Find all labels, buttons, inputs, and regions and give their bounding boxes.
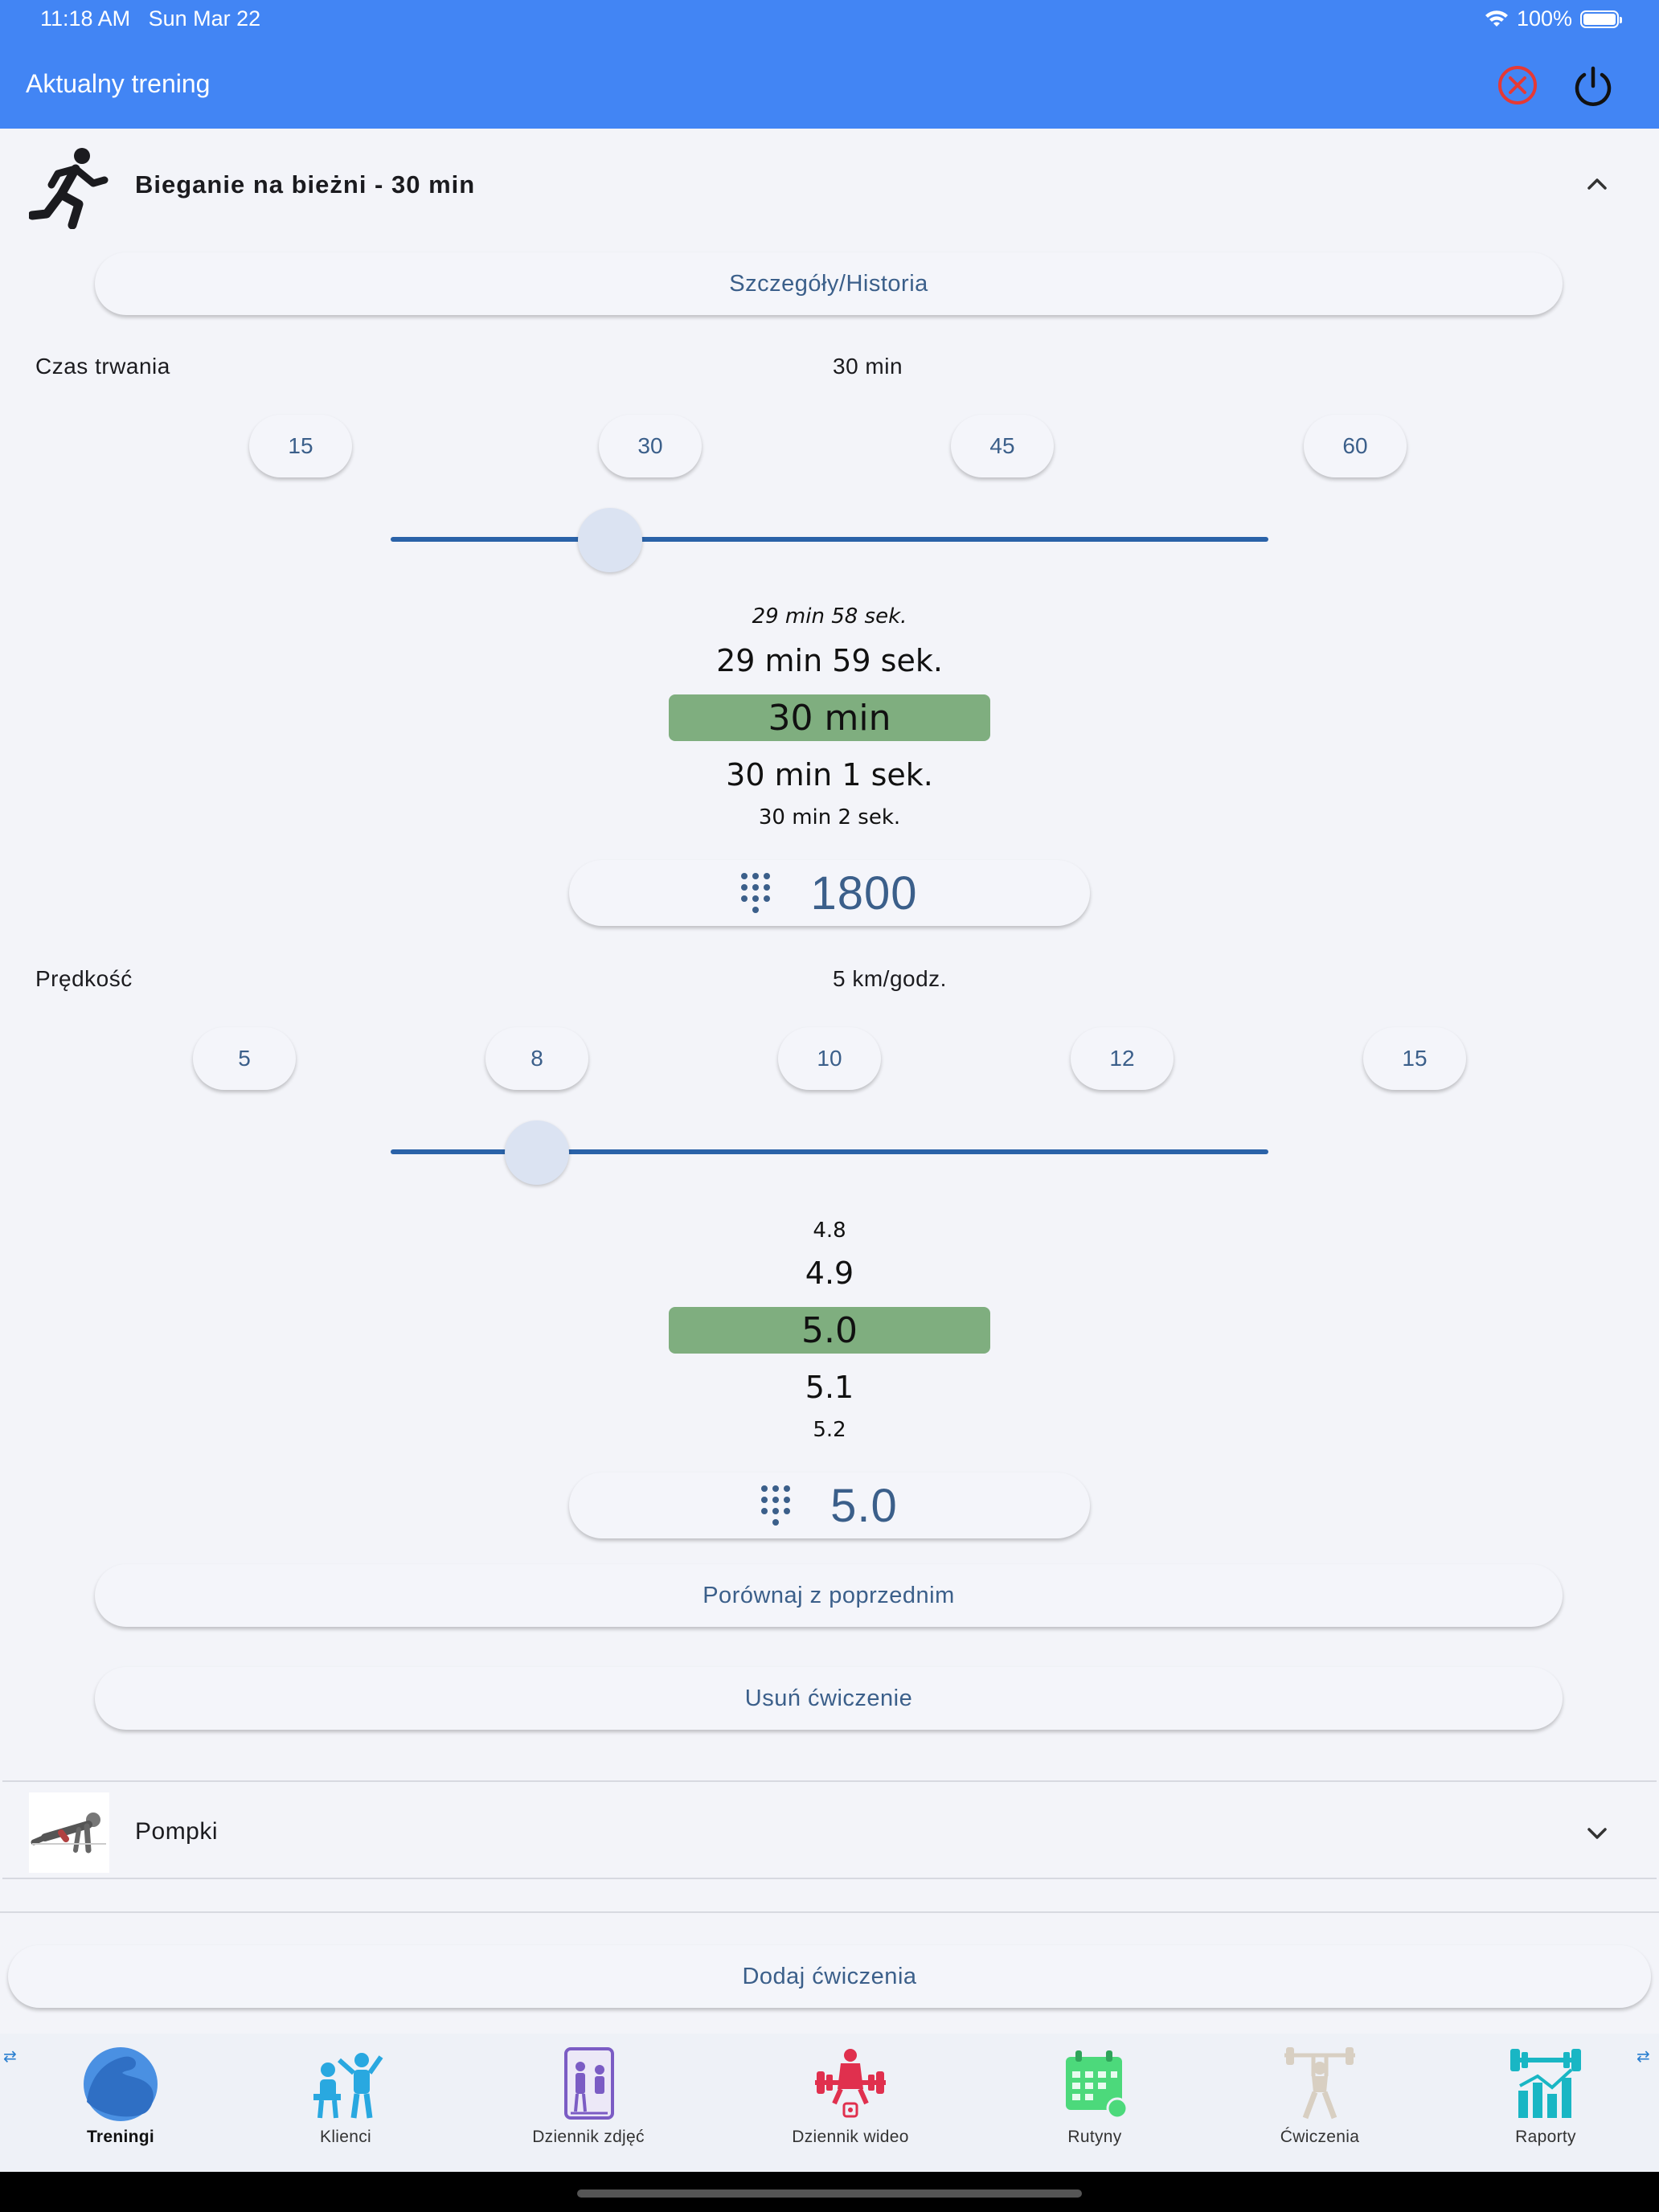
dialpad-icon (741, 873, 771, 913)
divider (0, 1911, 1659, 1913)
status-clock: 11:18 AM (40, 6, 131, 31)
duration-input-value: 1800 (810, 866, 918, 920)
preset-label: 12 (1109, 1046, 1135, 1071)
exercise-title: Pompki (135, 1818, 219, 1845)
finish-workout-button[interactable] (1569, 61, 1617, 109)
preset-label: 8 (530, 1046, 543, 1071)
status-date: Sun Mar 22 (148, 6, 261, 31)
scroll-left-icon[interactable]: ⇄ (3, 2046, 17, 2067)
duration-preset-15[interactable]: 15 (249, 415, 352, 477)
status-indicators: 100% (1485, 6, 1622, 31)
calendar-routine-icon (1066, 2050, 1129, 2120)
duration-slider-thumb[interactable] (578, 508, 642, 572)
duration-label: Czas trwania (35, 354, 170, 379)
duration-picker-selected[interactable]: 30 min (0, 698, 1659, 739)
preset-label: 30 (637, 433, 663, 458)
nav-label: Dziennik wideo (792, 2128, 909, 2146)
trainer-client-icon (313, 2053, 383, 2119)
compare-previous-button[interactable]: Porównaj z poprzednim (95, 1564, 1563, 1627)
duration-preset-45[interactable]: 45 (951, 415, 1054, 477)
battery-percent: 100% (1516, 6, 1572, 31)
details-history-button[interactable]: Szczegóły/Historia (95, 252, 1563, 315)
weightlifter-icon (1284, 2047, 1355, 2120)
nav-label: Ćwiczenia (1280, 2128, 1360, 2146)
exercise-title: Bieganie na bieżni - 30 min (135, 170, 476, 199)
preset-label: 15 (288, 433, 313, 458)
chevron-down-icon (1587, 1828, 1607, 1839)
duration-picker-item[interactable]: 29 min 58 sek. (0, 604, 1659, 629)
duration-picker-item[interactable]: 29 min 59 sek. (0, 643, 1659, 678)
speed-picker-item[interactable]: 5.1 (0, 1370, 1659, 1405)
duration-value: 30 min (833, 354, 903, 379)
preset-label: 15 (1402, 1046, 1428, 1071)
speed-preset-8[interactable]: 8 (485, 1027, 588, 1090)
expand-button[interactable] (1585, 1821, 1609, 1849)
speed-picker-item[interactable]: 4.8 (0, 1219, 1659, 1243)
duration-picker-item[interactable]: 30 min 2 sek. (0, 805, 1659, 830)
preset-label: 10 (817, 1046, 842, 1071)
collapse-button[interactable] (1585, 172, 1609, 200)
speed-preset-10[interactable]: 10 (778, 1027, 881, 1090)
nav-cwiczenia[interactable]: Ćwiczenia (1231, 2046, 1408, 2147)
speed-picker-item[interactable]: 5.2 (0, 1418, 1659, 1442)
nav-klienci[interactable]: Klienci (257, 2046, 434, 2147)
pushup-figure-icon (31, 1813, 106, 1854)
muscle-arm-icon (84, 2047, 158, 2121)
nav-treningi[interactable]: Treningi (32, 2046, 209, 2147)
chevron-up-icon (1587, 178, 1607, 190)
duration-numeric-input[interactable]: 1800 (569, 860, 1090, 926)
nav-raporty[interactable]: Raporty (1457, 2046, 1634, 2147)
cancel-workout-button[interactable] (1493, 61, 1542, 109)
nav-dziennik-zdjec[interactable]: Dziennik zdjęć (500, 2046, 677, 2147)
preset-label: 45 (989, 433, 1015, 458)
chart-report-icon (1510, 2049, 1581, 2118)
duration-slider-track[interactable] (391, 537, 1268, 542)
speed-preset-12[interactable]: 12 (1071, 1027, 1174, 1090)
nav-label: Raporty (1515, 2128, 1576, 2146)
running-icon (27, 145, 109, 233)
duration-picker-item[interactable]: 30 min 1 sek. (0, 757, 1659, 793)
pushups-thumbnail (29, 1792, 109, 1873)
speed-picker-selected[interactable]: 5.0 (0, 1310, 1659, 1351)
add-exercises-label: Dodaj ćwiczenia (742, 1963, 917, 1989)
dialpad-icon (761, 1485, 791, 1526)
speed-label: Prędkość (35, 966, 133, 991)
speed-preset-15[interactable]: 15 (1363, 1027, 1466, 1090)
nav-label: Dziennik zdjęć (532, 2128, 645, 2146)
battery-icon (1580, 10, 1622, 28)
nav-label: Rutyny (1067, 2128, 1122, 2146)
preset-label: 60 (1342, 433, 1368, 458)
details-history-label: Szczegóły/Historia (729, 270, 928, 297)
home-indicator[interactable] (577, 2189, 1082, 2198)
compare-previous-label: Porównaj z poprzednim (703, 1582, 955, 1608)
nav-rutyny[interactable]: Rutyny (1006, 2046, 1183, 2147)
nav-label: Klienci (320, 2128, 371, 2146)
power-icon (1575, 66, 1612, 106)
speed-input-value: 5.0 (830, 1479, 898, 1532)
photo-journal-icon (564, 2047, 614, 2120)
preset-label: 5 (238, 1046, 251, 1071)
duration-preset-30[interactable]: 30 (599, 415, 702, 477)
close-circle-icon (1498, 66, 1537, 104)
exercise-card-pushups[interactable] (2, 1783, 1657, 1879)
video-journal-icon (815, 2049, 886, 2118)
speed-value: 5 km/godz. (833, 966, 947, 991)
nav-dziennik-wideo[interactable]: Dziennik wideo (762, 2046, 939, 2147)
add-exercises-button[interactable]: Dodaj ćwiczenia (8, 1945, 1651, 2008)
page-title: Aktualny trening (26, 69, 211, 98)
wifi-icon (1485, 10, 1508, 27)
speed-preset-5[interactable]: 5 (193, 1027, 296, 1090)
speed-picker-item[interactable]: 4.9 (0, 1256, 1659, 1291)
nav-label: Treningi (86, 2128, 155, 2146)
scroll-right-icon[interactable]: ⇄ (1636, 2046, 1650, 2067)
speed-numeric-input[interactable]: 5.0 (569, 1473, 1090, 1538)
remove-exercise-label: Usuń ćwiczenie (744, 1685, 913, 1711)
duration-preset-60[interactable]: 60 (1304, 415, 1407, 477)
status-time: 11:18 AM Sun Mar 22 (40, 6, 260, 31)
speed-slider-thumb[interactable] (505, 1120, 569, 1185)
remove-exercise-button[interactable]: Usuń ćwiczenie (95, 1667, 1563, 1730)
